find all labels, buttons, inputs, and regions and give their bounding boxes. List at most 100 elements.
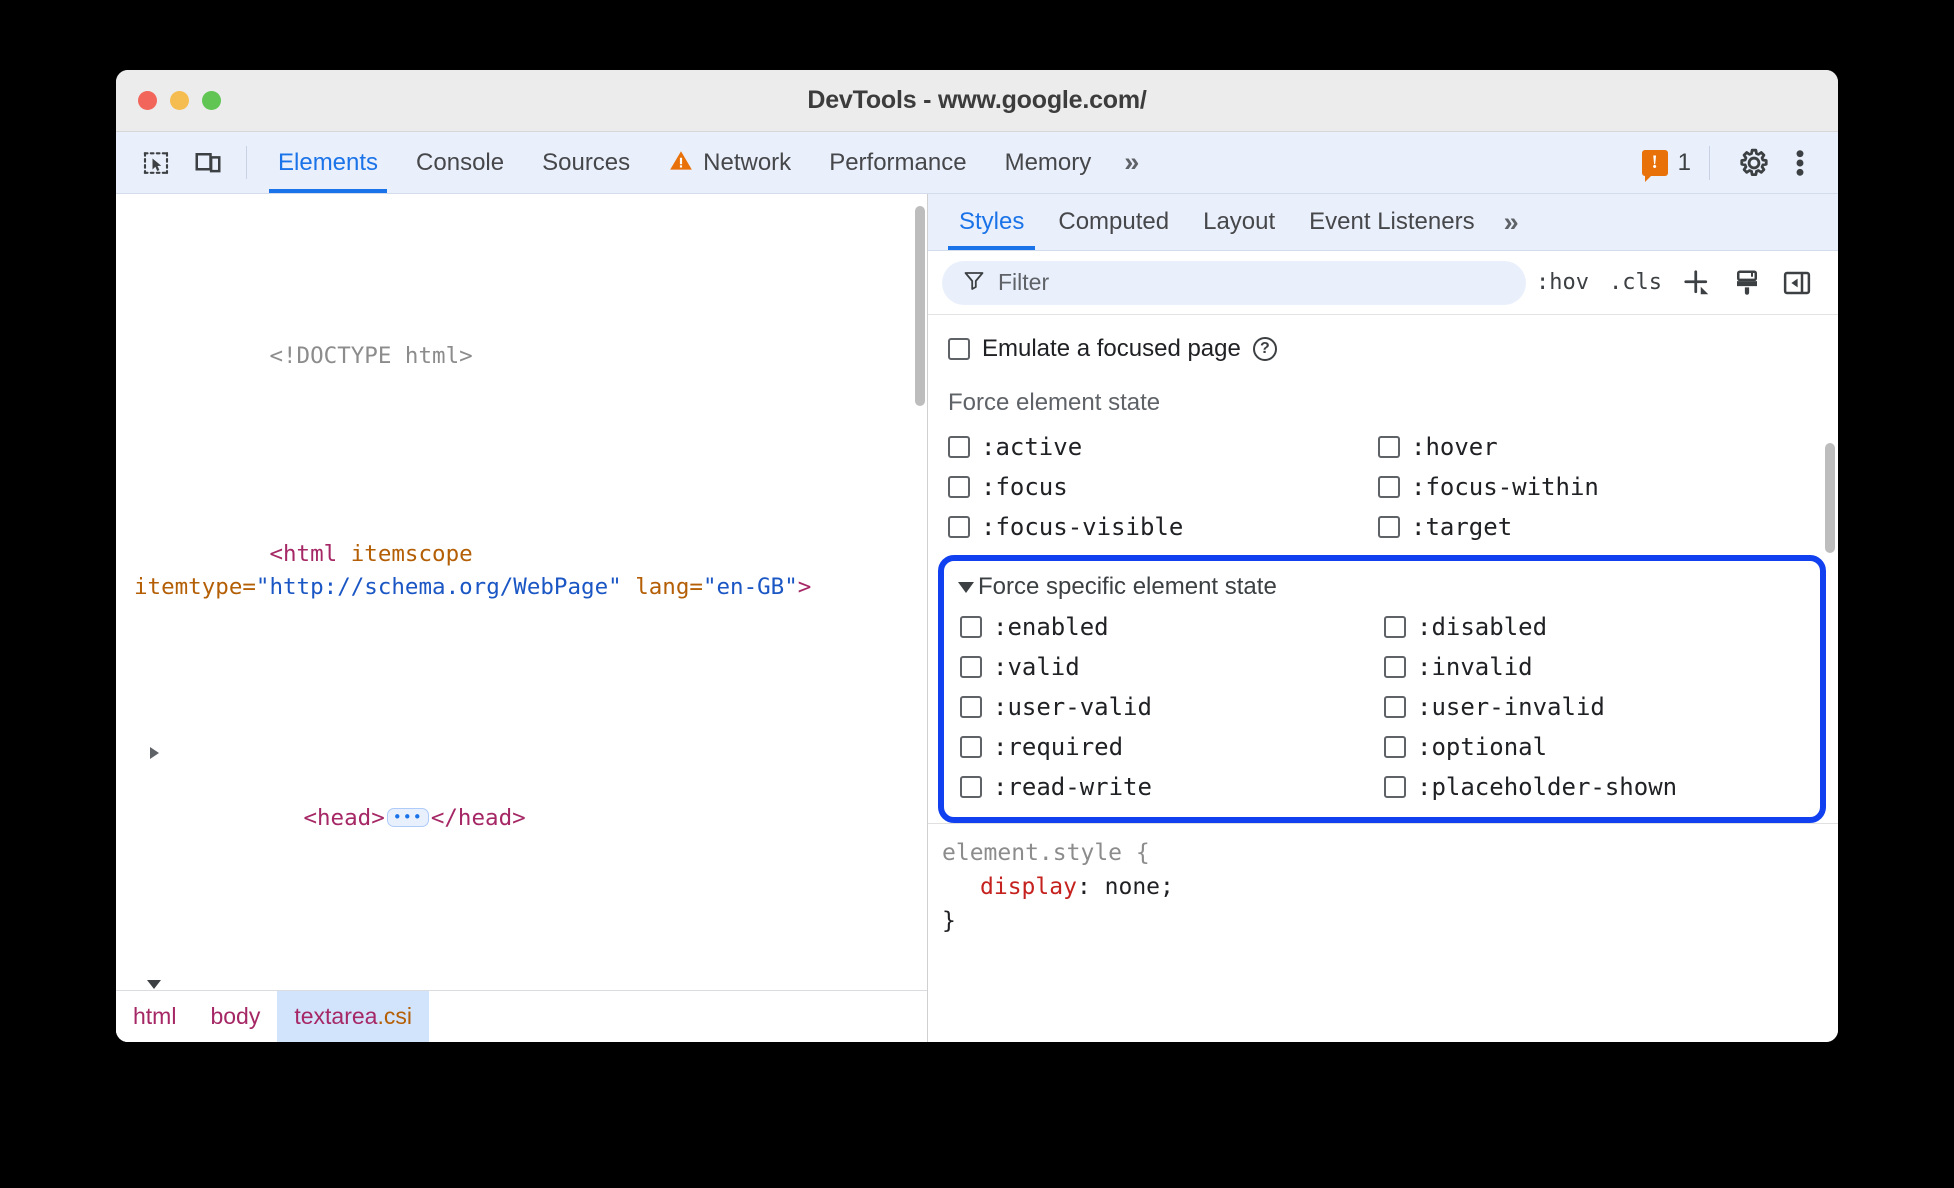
- valid-checkbox[interactable]: [960, 656, 982, 678]
- tab-event-listeners[interactable]: Event Listeners: [1292, 194, 1491, 250]
- target-checkbox[interactable]: [1378, 516, 1400, 538]
- force-state-user-valid[interactable]: :user-valid: [944, 693, 1384, 721]
- dom-node-body[interactable]: <body jsmodel="hspDDf " jsaction="xjhTIf…: [116, 967, 927, 990]
- tab-performance[interactable]: Performance: [810, 132, 985, 193]
- optional-checkbox[interactable]: [1384, 736, 1406, 758]
- force-state-enabled[interactable]: :enabled: [944, 613, 1384, 641]
- enabled-label: :enabled: [993, 613, 1109, 641]
- tab-sources[interactable]: Sources: [523, 132, 649, 193]
- read-write-checkbox[interactable]: [960, 776, 982, 798]
- force-state-focus[interactable]: :focus: [928, 473, 1378, 501]
- error-icon: !: [1641, 149, 1668, 182]
- force-state-optional[interactable]: :optional: [1384, 733, 1820, 761]
- more-tabs-chevron-icon[interactable]: »: [1110, 132, 1153, 193]
- breadcrumb-item-html[interactable]: html: [116, 991, 193, 1042]
- user-valid-label: :user-valid: [993, 693, 1152, 721]
- error-count-badge[interactable]: ! 1: [1641, 148, 1691, 182]
- inspect-element-icon[interactable]: [130, 132, 182, 193]
- force-state-read-write[interactable]: :read-write: [944, 773, 1384, 801]
- chevron-down-icon[interactable]: [958, 581, 974, 593]
- device-toolbar-icon[interactable]: [182, 132, 234, 193]
- display-property-value[interactable]: none;: [1091, 874, 1174, 900]
- active-checkbox[interactable]: [948, 436, 970, 458]
- tab-console[interactable]: Console: [397, 132, 523, 193]
- element-style-declaration[interactable]: display: none;: [942, 870, 1838, 904]
- enabled-checkbox[interactable]: [960, 616, 982, 638]
- kebab-menu-icon[interactable]: [1780, 147, 1820, 179]
- force-state-focus-within[interactable]: :focus-within: [1378, 473, 1838, 501]
- force-state-required[interactable]: :required: [944, 733, 1384, 761]
- required-label: :required: [993, 733, 1124, 761]
- dom-node-doctype[interactable]: <!DOCTYPE html>: [116, 307, 927, 406]
- force-element-state-grid: :active :hover :focus :focus-within:foc…: [928, 433, 1838, 541]
- devtools-tabbar: Elements Console Sources Network Perform…: [116, 132, 1838, 194]
- active-label: :active: [981, 433, 1083, 461]
- hover-checkbox[interactable]: [1378, 436, 1400, 458]
- tab-memory[interactable]: Memory: [986, 132, 1111, 193]
- force-state-valid[interactable]: :valid: [944, 653, 1384, 681]
- tab-console-label: Console: [416, 148, 505, 176]
- collapsed-children-icon[interactable]: •••: [386, 808, 429, 827]
- required-checkbox[interactable]: [960, 736, 982, 758]
- force-state-invalid[interactable]: :invalid: [1384, 653, 1820, 681]
- breadcrumb-item-body[interactable]: body: [193, 991, 277, 1042]
- window-titlebar: DevTools - www.google.com/: [116, 70, 1838, 132]
- cls-toggle-button[interactable]: .cls: [1599, 270, 1672, 295]
- dom-node-head[interactable]: <head> ••• </head>: [116, 736, 927, 868]
- force-state-user-invalid[interactable]: :user-invalid: [1384, 693, 1820, 721]
- styles-pane-scrollbar[interactable]: [1825, 443, 1835, 553]
- force-state-disabled[interactable]: :disabled: [1384, 613, 1820, 641]
- help-question-icon[interactable]: ?: [1252, 337, 1277, 361]
- dom-tree-scrollbar[interactable]: [915, 206, 925, 406]
- tab-styles[interactable]: Styles: [942, 194, 1041, 250]
- elements-dom-pane: <!DOCTYPE html> <html itemscope itemtype…: [116, 194, 928, 1042]
- emulate-focused-page-row[interactable]: Emulate a focused page ?: [928, 335, 1838, 363]
- html-attr-lang: lang: [621, 574, 690, 600]
- optional-label: :optional: [1417, 733, 1548, 761]
- force-state-target[interactable]: :target: [1378, 513, 1838, 541]
- error-count-label: 1: [1677, 148, 1691, 176]
- window-title: DevTools - www.google.com/: [807, 86, 1147, 114]
- filter-input[interactable]: Filter: [942, 260, 1527, 305]
- breadcrumb-item-textarea[interactable]: textarea .csi: [277, 991, 429, 1042]
- plus-new-style-rule-icon[interactable]: [1672, 268, 1722, 298]
- disabled-checkbox[interactable]: [1384, 616, 1406, 638]
- force-state-focus-visible[interactable]: :focus-visible: [928, 513, 1378, 541]
- tab-network[interactable]: Network: [649, 132, 810, 193]
- tab-computed[interactable]: Computed: [1041, 194, 1186, 250]
- more-styles-tabs-chevron-icon[interactable]: »: [1492, 194, 1531, 250]
- tab-styles-label: Styles: [959, 208, 1025, 235]
- focus-within-label: :focus-within: [1411, 473, 1599, 501]
- doctype-text: <!DOCTYPE html>: [269, 343, 473, 369]
- placeholder-shown-checkbox[interactable]: [1384, 776, 1406, 798]
- element-style-selector-line: element.style {: [942, 836, 1838, 870]
- emulate-focused-page-checkbox[interactable]: [948, 338, 970, 360]
- focus-within-checkbox[interactable]: [1378, 476, 1400, 498]
- tab-elements[interactable]: Elements: [259, 132, 397, 193]
- user-invalid-checkbox[interactable]: [1384, 696, 1406, 718]
- user-valid-checkbox[interactable]: [960, 696, 982, 718]
- focus-visible-checkbox[interactable]: [948, 516, 970, 538]
- force-state-active[interactable]: :active: [928, 433, 1378, 461]
- filter-icon: [962, 268, 986, 297]
- element-style-selector: element.style {: [942, 840, 1150, 866]
- focus-checkbox[interactable]: [948, 476, 970, 498]
- paintbrush-icon[interactable]: [1722, 268, 1772, 298]
- gear-icon[interactable]: [1728, 147, 1780, 179]
- element-style-rule[interactable]: element.style { display: none; }: [928, 823, 1838, 938]
- toolbar-right-actions: ! 1: [1641, 132, 1838, 193]
- target-label: :target: [1411, 513, 1513, 541]
- dom-node-html[interactable]: <html itemscope itemtype="http://schema.…: [116, 505, 927, 637]
- focus-label: :focus: [981, 473, 1068, 501]
- hov-toggle-button[interactable]: :hov: [1526, 270, 1599, 295]
- force-state-placeholder-shown[interactable]: :placeholder-shown: [1384, 773, 1820, 801]
- expand-triangle-icon[interactable]: [150, 747, 159, 759]
- tab-layout[interactable]: Layout: [1186, 194, 1292, 250]
- dom-tree[interactable]: <!DOCTYPE html> <html itemscope itemtype…: [116, 194, 927, 990]
- force-state-hover[interactable]: :hover: [1378, 433, 1838, 461]
- force-specific-header[interactable]: Force specific element state: [944, 573, 1820, 601]
- display-property-name[interactable]: display: [942, 874, 1077, 900]
- toggle-sidebar-icon[interactable]: [1772, 268, 1822, 298]
- invalid-checkbox[interactable]: [1384, 656, 1406, 678]
- collapse-triangle-icon[interactable]: [147, 980, 161, 989]
